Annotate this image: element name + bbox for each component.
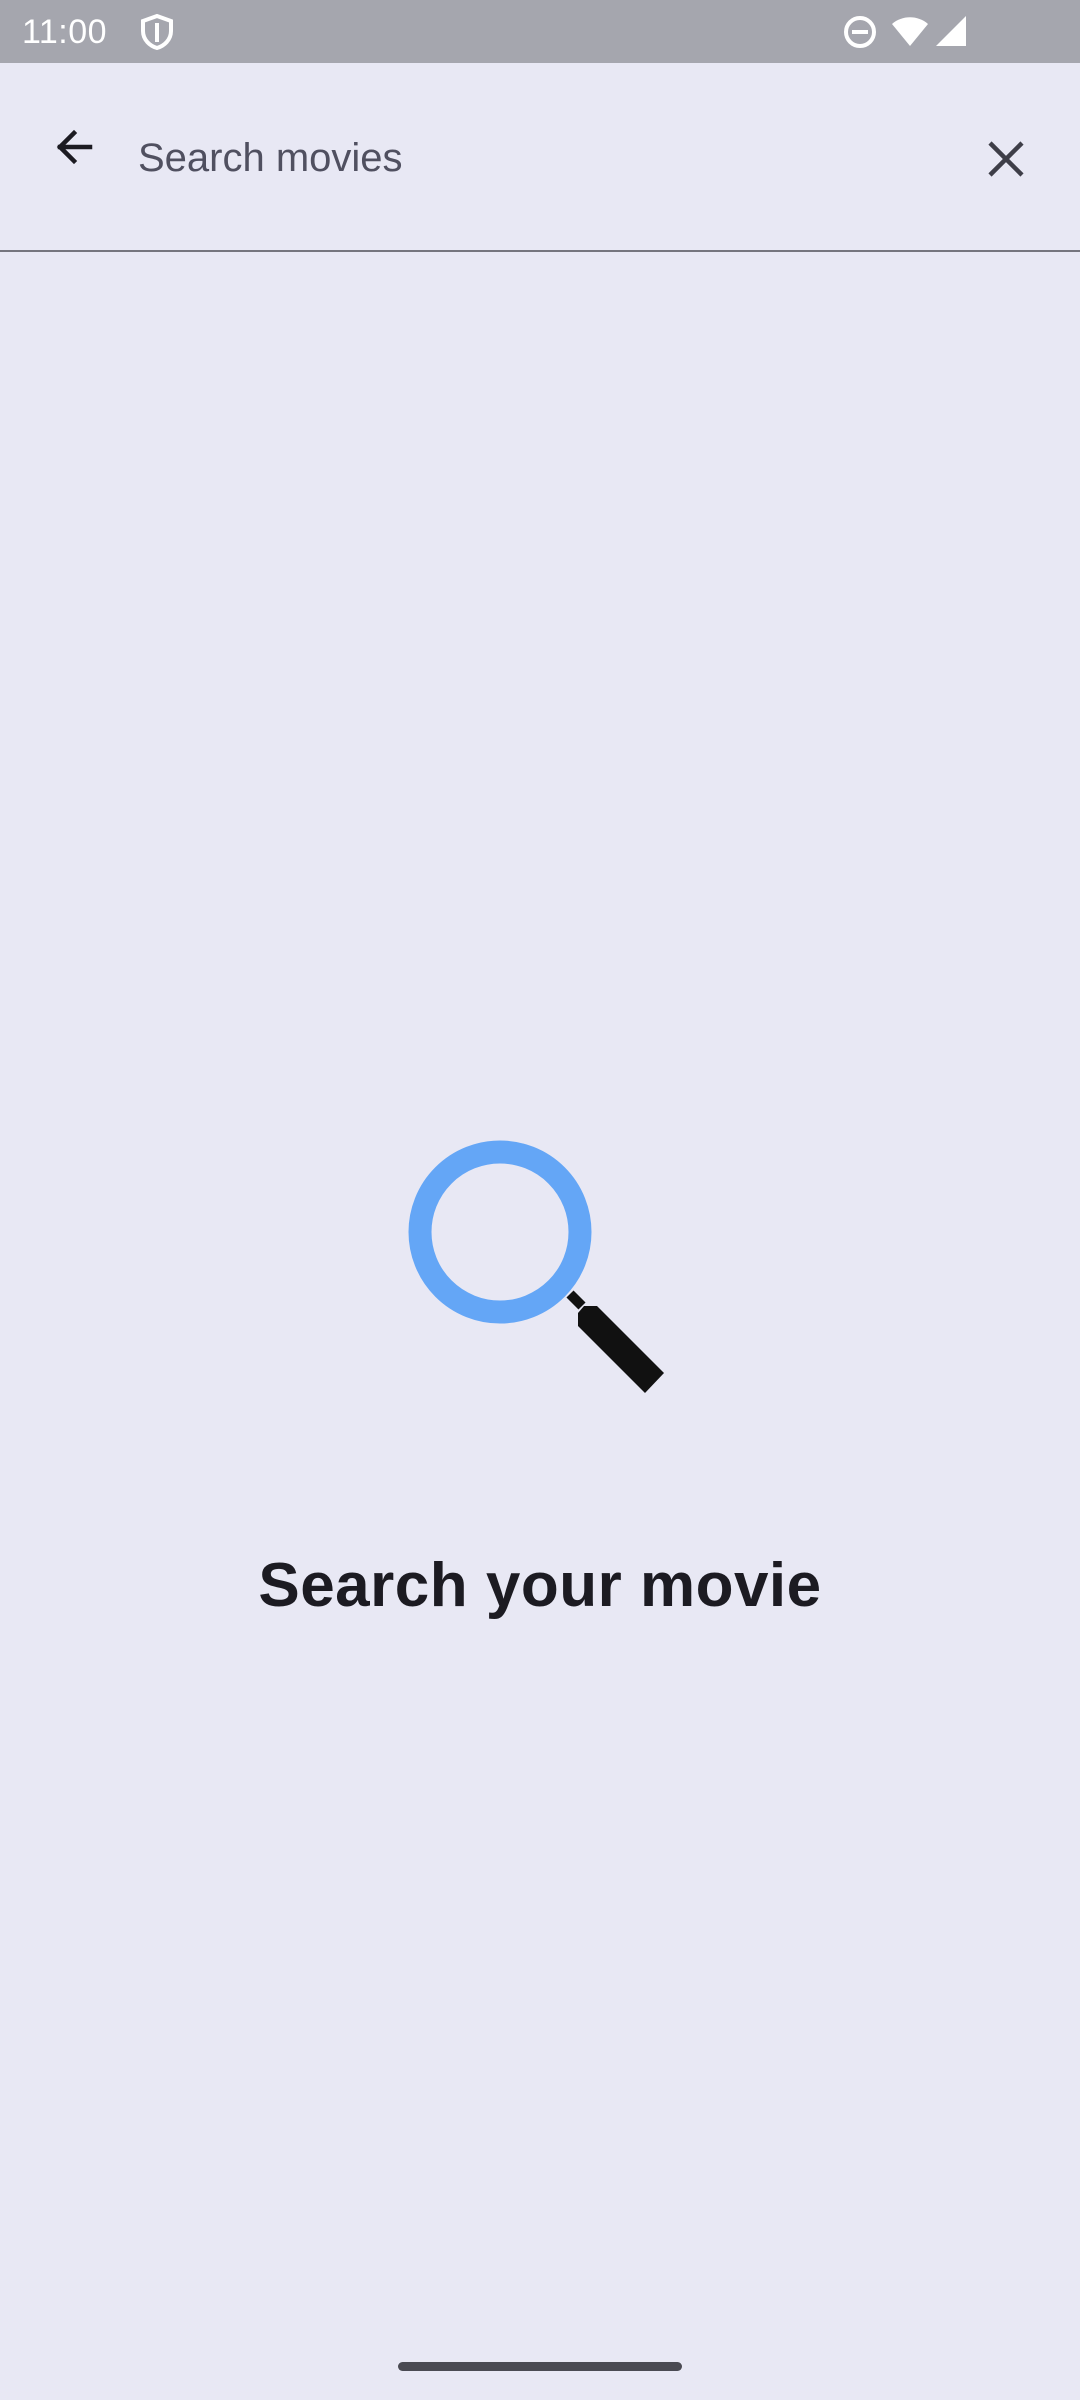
do-not-disturb-icon (844, 16, 876, 48)
shield-icon (141, 14, 173, 50)
close-icon (988, 141, 1024, 177)
signal-icon (936, 16, 966, 46)
back-button[interactable] (36, 109, 112, 185)
search-divider (0, 250, 1080, 252)
empty-state-title: Search your movie (258, 1551, 822, 1620)
wifi-icon (892, 17, 928, 46)
clear-search-button[interactable] (968, 121, 1044, 197)
status-time: 11:00 (22, 13, 108, 51)
home-indicator[interactable] (398, 2362, 682, 2371)
magnifier-icon (408, 1140, 664, 1393)
status-bar: 11:00 (0, 0, 1080, 63)
arrow-back-icon (56, 129, 93, 165)
search-input[interactable] (138, 120, 938, 196)
